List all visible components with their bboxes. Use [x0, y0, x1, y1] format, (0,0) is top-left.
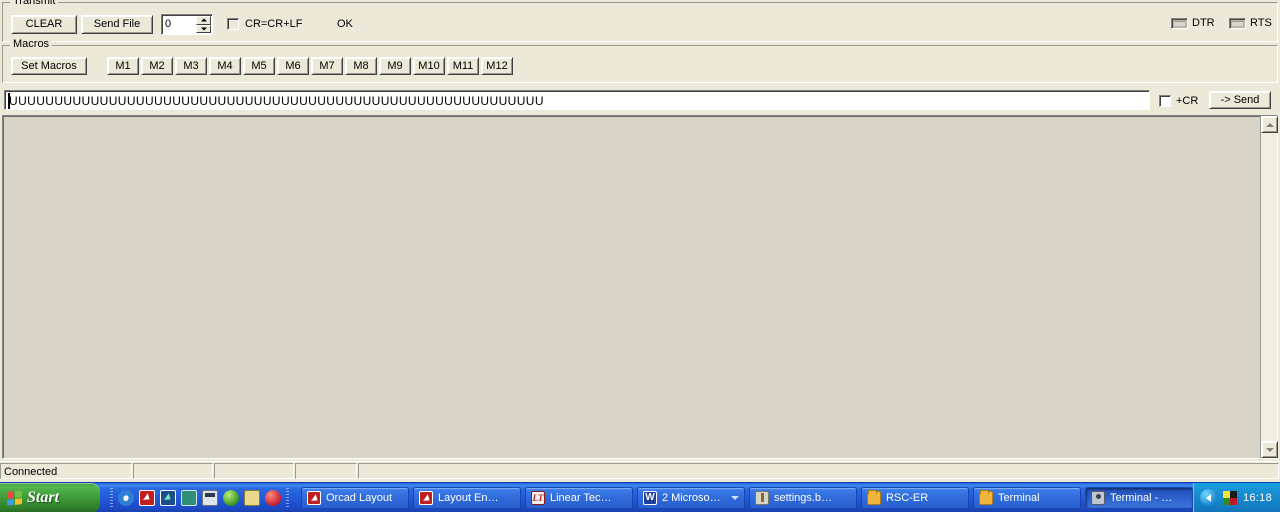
macro-button-row: M1 M2 M3 M4 M5 M6 M7 M8 M9 M10 M11 M12: [107, 57, 513, 75]
tan-app-icon[interactable]: [243, 489, 260, 506]
status-cell: [294, 463, 357, 479]
orcad-icon: [418, 490, 433, 505]
macro-button-m11[interactable]: M11: [447, 57, 479, 75]
start-button-label: Start: [27, 488, 60, 506]
chevron-down-icon[interactable]: [730, 495, 739, 500]
taskbar-button-label: Terminal - …: [1109, 491, 1173, 504]
start-button[interactable]: Start: [0, 482, 100, 512]
transmit-group-label: Transmit: [10, 0, 59, 7]
macro-button-m10[interactable]: M10: [413, 57, 445, 75]
status-cell: [213, 463, 294, 479]
folder-icon: [978, 489, 993, 505]
system-tray: 16:18: [1192, 482, 1280, 512]
internet-explorer-icon[interactable]: [117, 489, 134, 506]
macros-group-label: Macros: [10, 39, 53, 50]
taskbar-button-list: Orcad Layout Layout En… Linear Tec… W 2 Micr…: [297, 483, 1193, 512]
terminal-output-text: [6, 118, 1257, 456]
status-cell: [132, 463, 213, 479]
send-file-button[interactable]: Send File: [81, 15, 153, 34]
brush-icon: [754, 490, 769, 505]
taskbar-button-terminal-app[interactable]: Terminal - …: [1084, 486, 1193, 509]
cr-equals-cr-lf-label: CR=CR+LF: [245, 18, 303, 30]
taskbar-button-linear-tech[interactable]: Linear Tec…: [524, 486, 633, 509]
transmit-text-input[interactable]: UUUUUUUUUUUUUUUUUUUUUUUUUUUUUUUUUUUUUUUU…: [4, 90, 1150, 110]
plus-cr-checkbox[interactable]: +CR: [1159, 95, 1198, 107]
macro-button-m1[interactable]: M1: [107, 57, 139, 75]
transmit-text-value: UUUUUUUUUUUUUUUUUUUUUUUUUUUUUUUUUUUUUUUU…: [9, 94, 544, 108]
dtr-label: DTR: [1192, 17, 1215, 29]
teal-app-icon[interactable]: [180, 489, 197, 506]
termico-icon: [1090, 490, 1105, 505]
transmit-group: Transmit CLEAR Send File 0 CR=CR+LF OK D…: [2, 0, 1278, 42]
taskbar-button-orcad-layout[interactable]: Orcad Layout: [300, 486, 409, 509]
macro-button-m4[interactable]: M4: [209, 57, 241, 75]
transmit-status-label: OK: [337, 18, 353, 30]
macro-button-m3[interactable]: M3: [175, 57, 207, 75]
stepper-up-button[interactable]: [196, 16, 211, 25]
taskbar-button-label: Orcad Layout: [325, 491, 393, 504]
taskbar-button-microsoft-word-group[interactable]: W 2 Microso…: [636, 486, 745, 509]
calculator-icon[interactable]: [201, 489, 218, 506]
macro-button-m2[interactable]: M2: [141, 57, 173, 75]
clear-button[interactable]: CLEAR: [11, 15, 77, 34]
taskbar-button-rsc-er-folder[interactable]: RSC-ER: [860, 486, 969, 509]
show-hidden-icons-chevron-icon[interactable]: [1199, 489, 1217, 506]
checkbox-box-icon: [1159, 95, 1171, 107]
send-button[interactable]: -> Send: [1209, 91, 1271, 109]
tray-quad-color-icon[interactable]: [1222, 490, 1237, 505]
taskbar-button-label: settings.b…: [773, 491, 833, 504]
transmit-count-stepper[interactable]: 0: [161, 14, 213, 35]
taskbar-button-label: 2 Microso…: [661, 491, 721, 504]
send-line-bar: UUUUUUUUUUUUUUUUUUUUUUUUUUUUUUUUUUUUUUUU…: [2, 88, 1278, 112]
macros-group: Macros Set Macros M1 M2 M3 M4 M5 M6 M7 M8 M9 M10 M…: [2, 39, 1278, 83]
red-sphere-app-icon[interactable]: [264, 489, 281, 506]
taskbar-button-label: RSC-ER: [885, 491, 929, 504]
macro-button-m6[interactable]: M6: [277, 57, 309, 75]
cr-equals-cr-lf-checkbox[interactable]: CR=CR+LF: [227, 18, 302, 30]
word-icon: W: [642, 490, 657, 505]
scroll-down-button[interactable]: [1261, 441, 1278, 458]
macro-button-m7[interactable]: M7: [311, 57, 343, 75]
taskbar-button-label: Layout En…: [437, 491, 499, 504]
taskbar-button-terminal-folder[interactable]: Terminal: [972, 486, 1081, 509]
macro-button-m12[interactable]: M12: [481, 57, 513, 75]
status-cell: [357, 463, 1279, 479]
rts-led-icon: [1229, 17, 1246, 29]
rts-label: RTS: [1250, 17, 1272, 29]
taskbar-button-label: Linear Tec…: [549, 491, 612, 504]
dtr-led-icon: [1171, 17, 1188, 29]
orcad-layout-icon[interactable]: [159, 489, 176, 506]
folder-icon: [866, 489, 881, 505]
stepper-down-button[interactable]: [196, 24, 211, 33]
text-caret: [8, 93, 10, 109]
taskbar: Start Orcad Layout Layout En… Linear Tec… W…: [0, 482, 1280, 512]
terminal-application-window: Transmit CLEAR Send File 0 CR=CR+LF OK D…: [0, 0, 1280, 512]
orcad-capture-icon[interactable]: [138, 489, 155, 506]
status-bar: Connected: [0, 461, 1280, 479]
status-cell-connection: Connected: [0, 463, 132, 479]
green-sphere-app-icon[interactable]: [222, 489, 239, 506]
rts-indicator[interactable]: RTS: [1229, 17, 1272, 29]
ltc-icon: [530, 490, 545, 505]
clock[interactable]: 16:18: [1243, 492, 1272, 504]
terminal-display-area[interactable]: [2, 115, 1278, 459]
plus-cr-label: +CR: [1176, 95, 1199, 107]
set-macros-button[interactable]: Set Macros: [11, 57, 87, 75]
windows-logo-icon: [7, 489, 22, 506]
macro-button-m5[interactable]: M5: [243, 57, 275, 75]
taskbar-button-layout-engine[interactable]: Layout En…: [412, 486, 521, 509]
macro-button-m9[interactable]: M9: [379, 57, 411, 75]
transmit-count-value: 0: [165, 18, 172, 30]
taskbar-button-label: Terminal: [997, 491, 1040, 504]
scroll-up-button[interactable]: [1261, 116, 1278, 133]
terminal-vertical-scrollbar[interactable]: [1260, 116, 1278, 458]
orcad-icon: [306, 490, 321, 505]
dtr-indicator[interactable]: DTR: [1171, 17, 1215, 29]
checkbox-box-icon: [227, 18, 239, 30]
quick-launch-bar: [100, 483, 297, 512]
taskbar-button-settings-bmp[interactable]: settings.b…: [748, 486, 857, 509]
macro-button-m8[interactable]: M8: [345, 57, 377, 75]
